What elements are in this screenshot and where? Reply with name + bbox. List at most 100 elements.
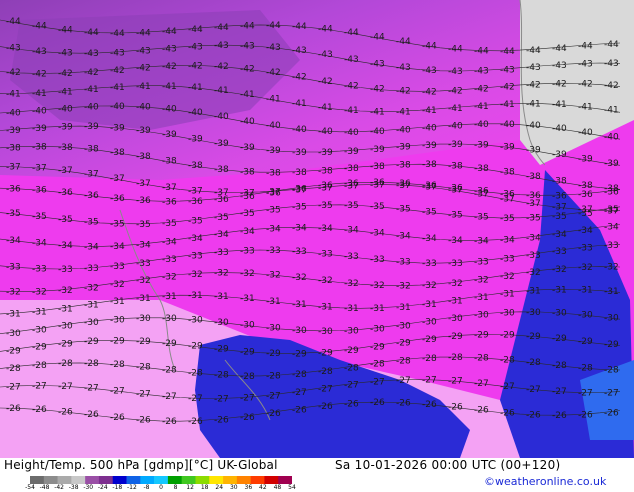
contour-label: -31 [526, 287, 541, 297]
contour-label: -42 [136, 64, 151, 74]
contour-label: -36 [188, 197, 203, 207]
legend-swatch [154, 476, 169, 484]
contour-label: -27 [422, 376, 437, 386]
contour-label: -39 [500, 142, 515, 152]
contour-label: -41 [448, 104, 463, 114]
contour-label: -39 [32, 124, 47, 134]
contour-label: -40 [604, 132, 619, 142]
contour-label: -30 [6, 329, 21, 339]
contour-label: -34 [448, 236, 463, 246]
contour-label: -40 [578, 128, 593, 138]
contour-label: -30 [32, 326, 47, 336]
contour-label: -34 [422, 234, 437, 244]
contour-label: -39 [344, 147, 359, 157]
contour-label: -28 [58, 359, 73, 369]
contour-label: -35 [396, 205, 411, 215]
legend-swatch [264, 476, 279, 484]
contour-label: -28 [396, 356, 411, 366]
contour-label: -43 [292, 46, 307, 56]
contour-label: -28 [188, 368, 203, 378]
contour-label: -27 [214, 395, 229, 405]
contour-label: -26 [6, 404, 21, 414]
contour-label: -38 [188, 161, 203, 171]
contour-label: -32 [32, 288, 47, 298]
contour-label: -44 [552, 44, 567, 54]
contour-label: -29 [422, 335, 437, 345]
contour-label: -41 [266, 95, 281, 105]
contour-label: -26 [162, 417, 177, 427]
contour-label: -42 [448, 87, 463, 97]
contour-label: -41 [526, 100, 541, 110]
contour-label: -36 [240, 192, 255, 202]
contour-label: -27 [136, 389, 151, 399]
contour-label: -26 [240, 413, 255, 423]
contour-label: -28 [84, 359, 99, 369]
contour-label: -44 [292, 22, 307, 32]
contour-label: -29 [6, 347, 21, 357]
contour-label: -29 [396, 339, 411, 349]
contour-label: -41 [58, 87, 73, 97]
contour-label: -41 [474, 102, 489, 112]
contour-label: -36 [448, 184, 463, 194]
contour-label: -28 [448, 353, 463, 363]
contour-label: -37 [32, 164, 47, 174]
contour-label: -31 [214, 292, 229, 302]
contour-label: -33 [6, 262, 21, 272]
contour-label: -34 [240, 227, 255, 237]
contour-label: -26 [266, 409, 281, 419]
contour-label: -39 [58, 122, 73, 132]
contour-label: -38 [552, 177, 567, 187]
contour-label: -34 [188, 234, 203, 244]
contour-label: -27 [162, 392, 177, 402]
contour-label: -44 [578, 42, 593, 52]
contour-label: -35 [188, 216, 203, 226]
contour-label: -35 [526, 214, 541, 224]
contour-label: -27 [84, 384, 99, 394]
contour-label: -44 [32, 22, 47, 32]
contour-label: -28 [266, 372, 281, 382]
contour-label: -31 [32, 308, 47, 318]
contour-label: -31 [422, 300, 437, 310]
contour-label: -39 [110, 123, 125, 133]
contour-label: -31 [344, 304, 359, 314]
contour-label: -31 [292, 300, 307, 310]
contour-label: -42 [500, 83, 515, 93]
contour-label: -32 [448, 279, 463, 289]
contour-label: -26 [32, 405, 47, 415]
contour-label: -32 [318, 276, 333, 286]
contour-label: -40 [6, 109, 21, 119]
contour-label: -39 [266, 146, 281, 156]
contour-label: -36 [32, 186, 47, 196]
contour-label: -43 [500, 65, 515, 75]
contour-label: -32 [604, 263, 619, 273]
contour-label: -29 [240, 347, 255, 357]
contour-label: -42 [370, 85, 385, 95]
contour-label: -43 [318, 50, 333, 60]
contour-label: -39 [526, 146, 541, 156]
contour-label: -32 [344, 279, 359, 289]
contour-label: -28 [552, 361, 567, 371]
contour-label: -38 [84, 145, 99, 155]
contour-label: -29 [292, 349, 307, 359]
contour-label: -27 [474, 379, 489, 389]
contour-label: -44 [370, 33, 385, 43]
contour-label: -33 [266, 246, 281, 256]
contour-label: -26 [214, 416, 229, 426]
contour-label: -44 [58, 25, 73, 35]
contour-label: -39 [188, 134, 203, 144]
contour-label: -28 [162, 365, 177, 375]
contour-label: -40 [370, 127, 385, 137]
contour-label: -31 [266, 297, 281, 307]
contour-label: -40 [240, 117, 255, 127]
contour-label: -36 [422, 181, 437, 191]
contour-label: -29 [214, 345, 229, 355]
contour-label: -27 [292, 388, 307, 398]
contour-label: -27 [6, 383, 21, 393]
contour-label: -32 [6, 287, 21, 297]
contour-label: -31 [6, 310, 21, 320]
credit-link[interactable]: ©weatheronline.co.uk [484, 475, 606, 488]
contour-label: -26 [552, 411, 567, 421]
contour-label: -43 [58, 49, 73, 59]
contour-label: -41 [84, 85, 99, 95]
contour-label: -36 [474, 187, 489, 197]
